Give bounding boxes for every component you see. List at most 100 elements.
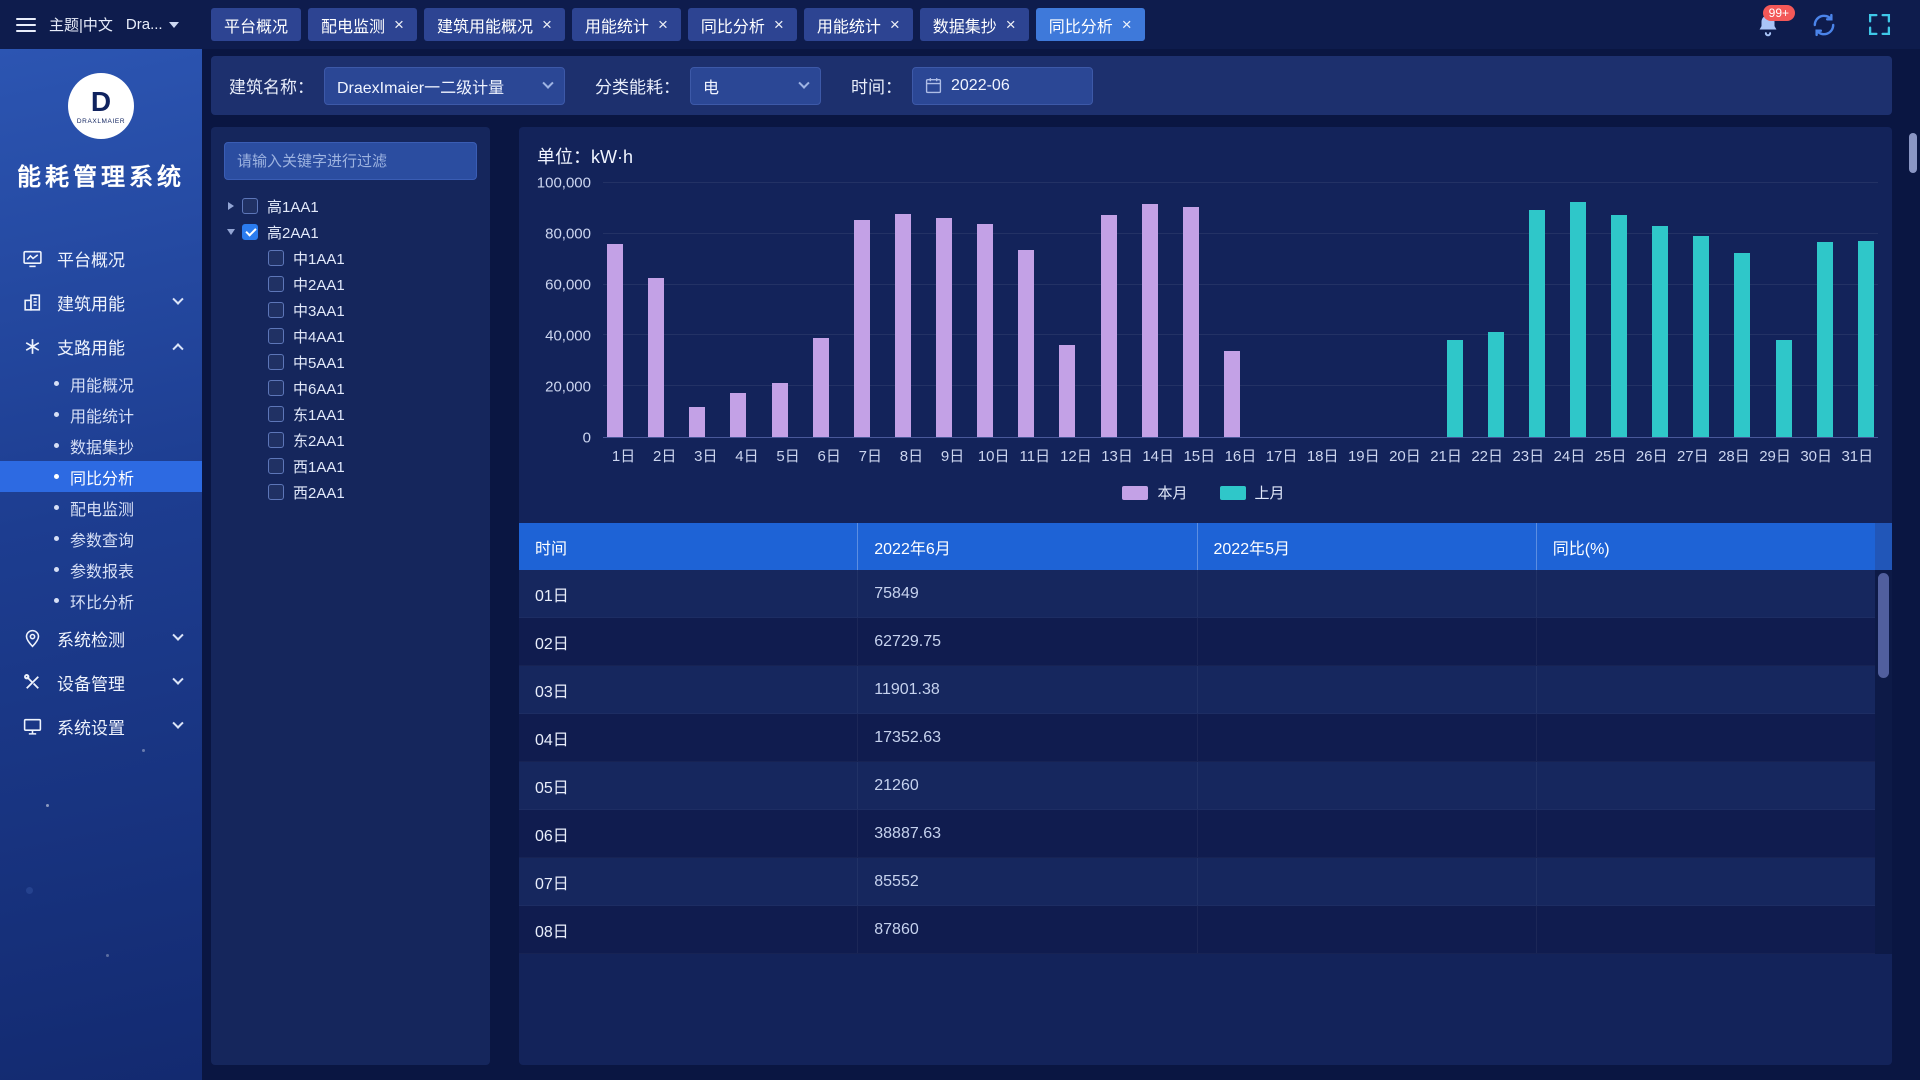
bar-group-5日: [768, 183, 809, 437]
energy-type-select[interactable]: 电: [690, 67, 821, 105]
sidebar-item-平台概况[interactable]: 平台概况: [0, 236, 202, 280]
tab-数据集抄[interactable]: 数据集抄×: [920, 8, 1029, 41]
tree-node-中6AA1[interactable]: 中6AA1: [224, 375, 477, 401]
checkbox[interactable]: [242, 224, 258, 240]
fullscreen-icon: [1867, 12, 1892, 37]
table-row[interactable]: 07日85552: [519, 858, 1875, 906]
legend-item-上月[interactable]: 上月: [1220, 482, 1285, 503]
tree-node-高1AA1[interactable]: 高1AA1: [224, 193, 477, 219]
tab-同比分析[interactable]: 同比分析×: [688, 8, 797, 41]
x-axis: 1日2日3日4日5日6日7日8日9日10日11日12日13日14日15日16日1…: [603, 445, 1878, 466]
bar-本月-11日: [1018, 250, 1034, 437]
tree-search-input[interactable]: [224, 142, 477, 180]
tab-close-icon[interactable]: ×: [774, 16, 784, 33]
time-filter-label: 时间：: [851, 73, 902, 98]
table-row[interactable]: 03日11901.38: [519, 666, 1875, 714]
sidebar-item-建筑用能[interactable]: 建筑用能: [0, 280, 202, 324]
table-cell: [1537, 858, 1875, 905]
bullet-icon: [54, 474, 59, 479]
tab-建筑用能概况[interactable]: 建筑用能概况×: [424, 8, 565, 41]
checkbox[interactable]: [268, 380, 284, 396]
sidebar-subitem-数据集抄[interactable]: 数据集抄: [0, 430, 202, 461]
checkbox[interactable]: [268, 276, 284, 292]
tree-node-中2AA1[interactable]: 中2AA1: [224, 271, 477, 297]
tree-node-中1AA1[interactable]: 中1AA1: [224, 245, 477, 271]
user-menu[interactable]: Dra...: [126, 16, 179, 33]
table-row[interactable]: 06日38887.63: [519, 810, 1875, 858]
checkbox[interactable]: [242, 198, 258, 214]
date-picker[interactable]: 2022-06: [912, 67, 1093, 105]
checkbox[interactable]: [268, 432, 284, 448]
caret-icon[interactable]: [228, 202, 234, 210]
table-row[interactable]: 05日21260: [519, 762, 1875, 810]
sidebar-item-支路用能[interactable]: 支路用能: [0, 324, 202, 368]
tab-close-icon[interactable]: ×: [1122, 16, 1132, 33]
sidebar-subitem-用能概况[interactable]: 用能概况: [0, 368, 202, 399]
tree-node-东2AA1[interactable]: 东2AA1: [224, 427, 477, 453]
table-scrollbar[interactable]: [1875, 523, 1892, 954]
table-row[interactable]: 02日62729.75: [519, 618, 1875, 666]
sidebar-subitem-label: 数据集抄: [70, 434, 134, 458]
sidebar-item-系统检测[interactable]: 系统检测: [0, 616, 202, 660]
table-row[interactable]: 01日75849: [519, 570, 1875, 618]
sidebar-subitem-环比分析[interactable]: 环比分析: [0, 585, 202, 616]
sidebar-item-系统设置[interactable]: 系统设置: [0, 704, 202, 748]
tree-node-东1AA1[interactable]: 东1AA1: [224, 401, 477, 427]
x-axis-label: 23日: [1508, 445, 1549, 466]
table-cell: 75849: [858, 570, 1197, 617]
sidebar-subitem-参数报表[interactable]: 参数报表: [0, 554, 202, 585]
tab-平台概况[interactable]: 平台概况: [211, 8, 301, 41]
x-axis-label: 7日: [850, 445, 891, 466]
tab-close-icon[interactable]: ×: [1006, 16, 1016, 33]
checkbox[interactable]: [268, 328, 284, 344]
tree-node-中5AA1[interactable]: 中5AA1: [224, 349, 477, 375]
checkbox[interactable]: [268, 250, 284, 266]
tab-close-icon[interactable]: ×: [394, 16, 404, 33]
bar-上月-24日: [1570, 202, 1586, 437]
sidebar-item-设备管理[interactable]: 设备管理: [0, 660, 202, 704]
legend-item-本月[interactable]: 本月: [1122, 482, 1187, 503]
tree-node-西2AA1[interactable]: 西2AA1: [224, 479, 477, 505]
theme-language-label[interactable]: 主题|中文: [49, 14, 113, 35]
sidebar-subitem-配电监测[interactable]: 配电监测: [0, 492, 202, 523]
tree-node-高2AA1[interactable]: 高2AA1: [224, 219, 477, 245]
menu-toggle-icon[interactable]: [16, 14, 36, 36]
checkbox[interactable]: [268, 484, 284, 500]
tab-close-icon[interactable]: ×: [890, 16, 900, 33]
x-axis-label: 17日: [1261, 445, 1302, 466]
scrollbar-thumb[interactable]: [1878, 573, 1889, 678]
tab-同比分析[interactable]: 同比分析×: [1036, 8, 1145, 41]
fullscreen-button[interactable]: [1867, 12, 1892, 37]
notifications-button[interactable]: 99+: [1755, 12, 1781, 38]
checkbox[interactable]: [268, 458, 284, 474]
sidebar-subitem-用能统计[interactable]: 用能统计: [0, 399, 202, 430]
table-row[interactable]: 08日87860: [519, 906, 1875, 954]
tab-close-icon[interactable]: ×: [658, 16, 668, 33]
table-header-cell: 2022年5月: [1198, 523, 1537, 570]
checkbox[interactable]: [268, 406, 284, 422]
checkbox[interactable]: [268, 354, 284, 370]
bullet-icon: [54, 536, 59, 541]
device-tree-panel: 高1AA1高2AA1中1AA1 中2AA1中3AA1中4AA1中5AA1中6AA1…: [211, 127, 490, 1065]
tab-配电监测[interactable]: 配电监测×: [308, 8, 417, 41]
building-select[interactable]: DraexImaier一二级计量: [324, 67, 565, 105]
tab-用能统计[interactable]: 用能统计×: [804, 8, 913, 41]
tab-bar: 平台概况配电监测×建筑用能概况×用能统计×同比分析×用能统计×数据集抄×同比分析…: [202, 8, 1755, 41]
plot-area: [603, 183, 1878, 438]
tab-close-icon[interactable]: ×: [542, 16, 552, 33]
x-axis-label: 29日: [1755, 445, 1796, 466]
tree-node-中3AA1[interactable]: 中3AA1: [224, 297, 477, 323]
sidebar-subitem-同比分析[interactable]: 同比分析: [0, 461, 202, 492]
page-scrollbar-thumb[interactable]: [1909, 133, 1917, 173]
tree-node-中4AA1[interactable]: 中4AA1: [224, 323, 477, 349]
tree-node-西1AA1[interactable]: 西1AA1: [224, 453, 477, 479]
table-row[interactable]: 04日17352.63: [519, 714, 1875, 762]
sidebar-subitem-参数查询[interactable]: 参数查询: [0, 523, 202, 554]
refresh-button[interactable]: [1811, 12, 1837, 38]
checkbox[interactable]: [268, 302, 284, 318]
x-axis-label: 4日: [726, 445, 767, 466]
tab-用能统计[interactable]: 用能统计×: [572, 8, 681, 41]
building-select-value: DraexImaier一二级计量: [337, 74, 504, 98]
tree-node-label: 中2AA1: [293, 274, 345, 295]
caret-icon[interactable]: [227, 229, 235, 235]
